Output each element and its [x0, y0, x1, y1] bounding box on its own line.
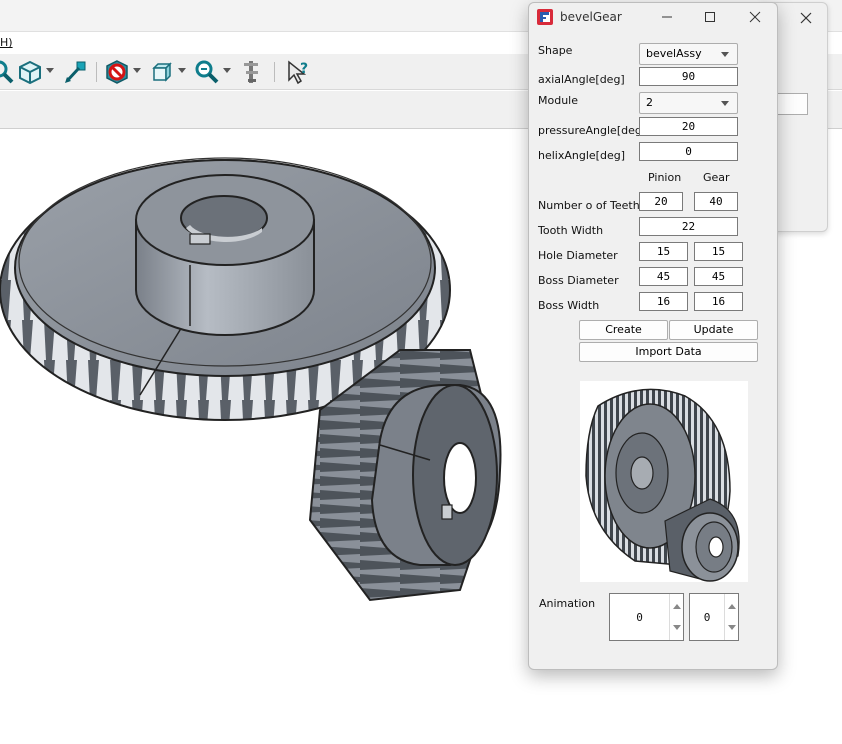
- chevron-down-icon[interactable]: [133, 66, 141, 74]
- boss-width-gear-field[interactable]: 16: [694, 292, 743, 311]
- import-data-button[interactable]: Import Data: [579, 342, 758, 362]
- hole-diameter-label: Hole Diameter: [538, 249, 618, 262]
- spin-up-icon[interactable]: [728, 604, 736, 609]
- menu-help[interactable]: H): [0, 36, 13, 49]
- tooth-width-field[interactable]: 22: [639, 217, 738, 236]
- animation-spinbox-b[interactable]: 0: [689, 593, 739, 641]
- bevelgear-dialog: bevelGear Shape bevelAssy axialAngle[deg…: [528, 2, 778, 670]
- create-button[interactable]: Create: [579, 320, 668, 340]
- teeth-label: Number o of Teeth: [538, 199, 640, 212]
- dialog-title-bar[interactable]: bevelGear: [529, 3, 777, 31]
- teeth-pinion-field[interactable]: 20: [639, 192, 683, 211]
- minimize-button[interactable]: [657, 8, 677, 26]
- boss-diameter-gear-field[interactable]: 45: [694, 267, 743, 286]
- teeth-gear-field[interactable]: 40: [694, 192, 738, 211]
- chevron-down-icon[interactable]: [223, 66, 231, 74]
- no-entry-icon[interactable]: [103, 58, 131, 86]
- update-button[interactable]: Update: [669, 320, 758, 340]
- boss-diameter-pinion-field[interactable]: 45: [639, 267, 688, 286]
- zoom-fit-icon[interactable]: [0, 58, 16, 86]
- spin-up-icon[interactable]: [673, 604, 681, 609]
- maximize-icon: [705, 12, 715, 22]
- spinbox-arrows[interactable]: [724, 594, 738, 640]
- toolbar-separator: [96, 62, 97, 82]
- boss-diameter-label: Boss Diameter: [538, 274, 619, 287]
- axial-angle-label: axialAngle[deg]: [538, 73, 625, 86]
- pressure-angle-label: pressureAngle[deg]: [538, 124, 647, 137]
- module-value: 2: [646, 96, 653, 109]
- close-button[interactable]: [745, 8, 765, 26]
- axial-angle-field[interactable]: 90: [639, 67, 738, 86]
- hole-diameter-pinion-field[interactable]: 15: [639, 242, 688, 261]
- animation-spinbox-a-value: 0: [636, 610, 643, 624]
- boss-width-label: Boss Width: [538, 299, 600, 312]
- helix-angle-label: helixAngle[deg]: [538, 149, 625, 162]
- close-icon: [749, 11, 761, 23]
- gear-preview-image: [580, 381, 748, 582]
- caliper-icon[interactable]: [238, 58, 266, 86]
- zoom-icon[interactable]: [193, 58, 221, 86]
- pinion-column-header: Pinion: [648, 171, 682, 184]
- close-icon[interactable]: [796, 8, 816, 28]
- boss-width-pinion-field[interactable]: 16: [639, 292, 688, 311]
- hole-diameter-gear-field[interactable]: 15: [694, 242, 743, 261]
- whats-this-icon[interactable]: ?: [284, 58, 312, 86]
- bevel-gear-preview-render: [585, 388, 740, 582]
- box-view-icon[interactable]: [148, 58, 176, 86]
- tooth-width-label: Tooth Width: [538, 224, 604, 237]
- helix-angle-field[interactable]: 0: [639, 142, 738, 161]
- svg-text:?: ?: [300, 61, 308, 77]
- freecad-logo-icon: [537, 9, 553, 25]
- module-combobox[interactable]: 2: [639, 92, 738, 114]
- shape-value: bevelAssy: [646, 47, 702, 60]
- spin-down-icon[interactable]: [673, 625, 681, 630]
- shape-label: Shape: [538, 44, 573, 57]
- shape-combobox[interactable]: bevelAssy: [639, 43, 738, 65]
- chevron-down-icon[interactable]: [178, 66, 186, 74]
- animation-label: Animation: [539, 597, 596, 610]
- chevron-down-icon: [721, 52, 729, 57]
- maximize-button[interactable]: [700, 8, 720, 26]
- toolbar-separator: [274, 62, 275, 82]
- chevron-down-icon[interactable]: [46, 66, 54, 74]
- animation-spinbox-b-value: 0: [703, 610, 711, 624]
- gear-column-header: Gear: [703, 171, 730, 184]
- animation-spinbox-a[interactable]: 0: [609, 593, 684, 641]
- spinbox-arrows[interactable]: [669, 594, 683, 640]
- pressure-angle-field[interactable]: 20: [639, 117, 738, 136]
- view-cube-icon[interactable]: [16, 58, 44, 86]
- module-label: Module: [538, 94, 578, 107]
- measure-pick-icon[interactable]: [62, 58, 90, 86]
- dialog-title: bevelGear: [560, 10, 622, 24]
- minimize-icon: [662, 16, 672, 18]
- chevron-down-icon: [721, 101, 729, 106]
- spin-down-icon[interactable]: [728, 625, 736, 630]
